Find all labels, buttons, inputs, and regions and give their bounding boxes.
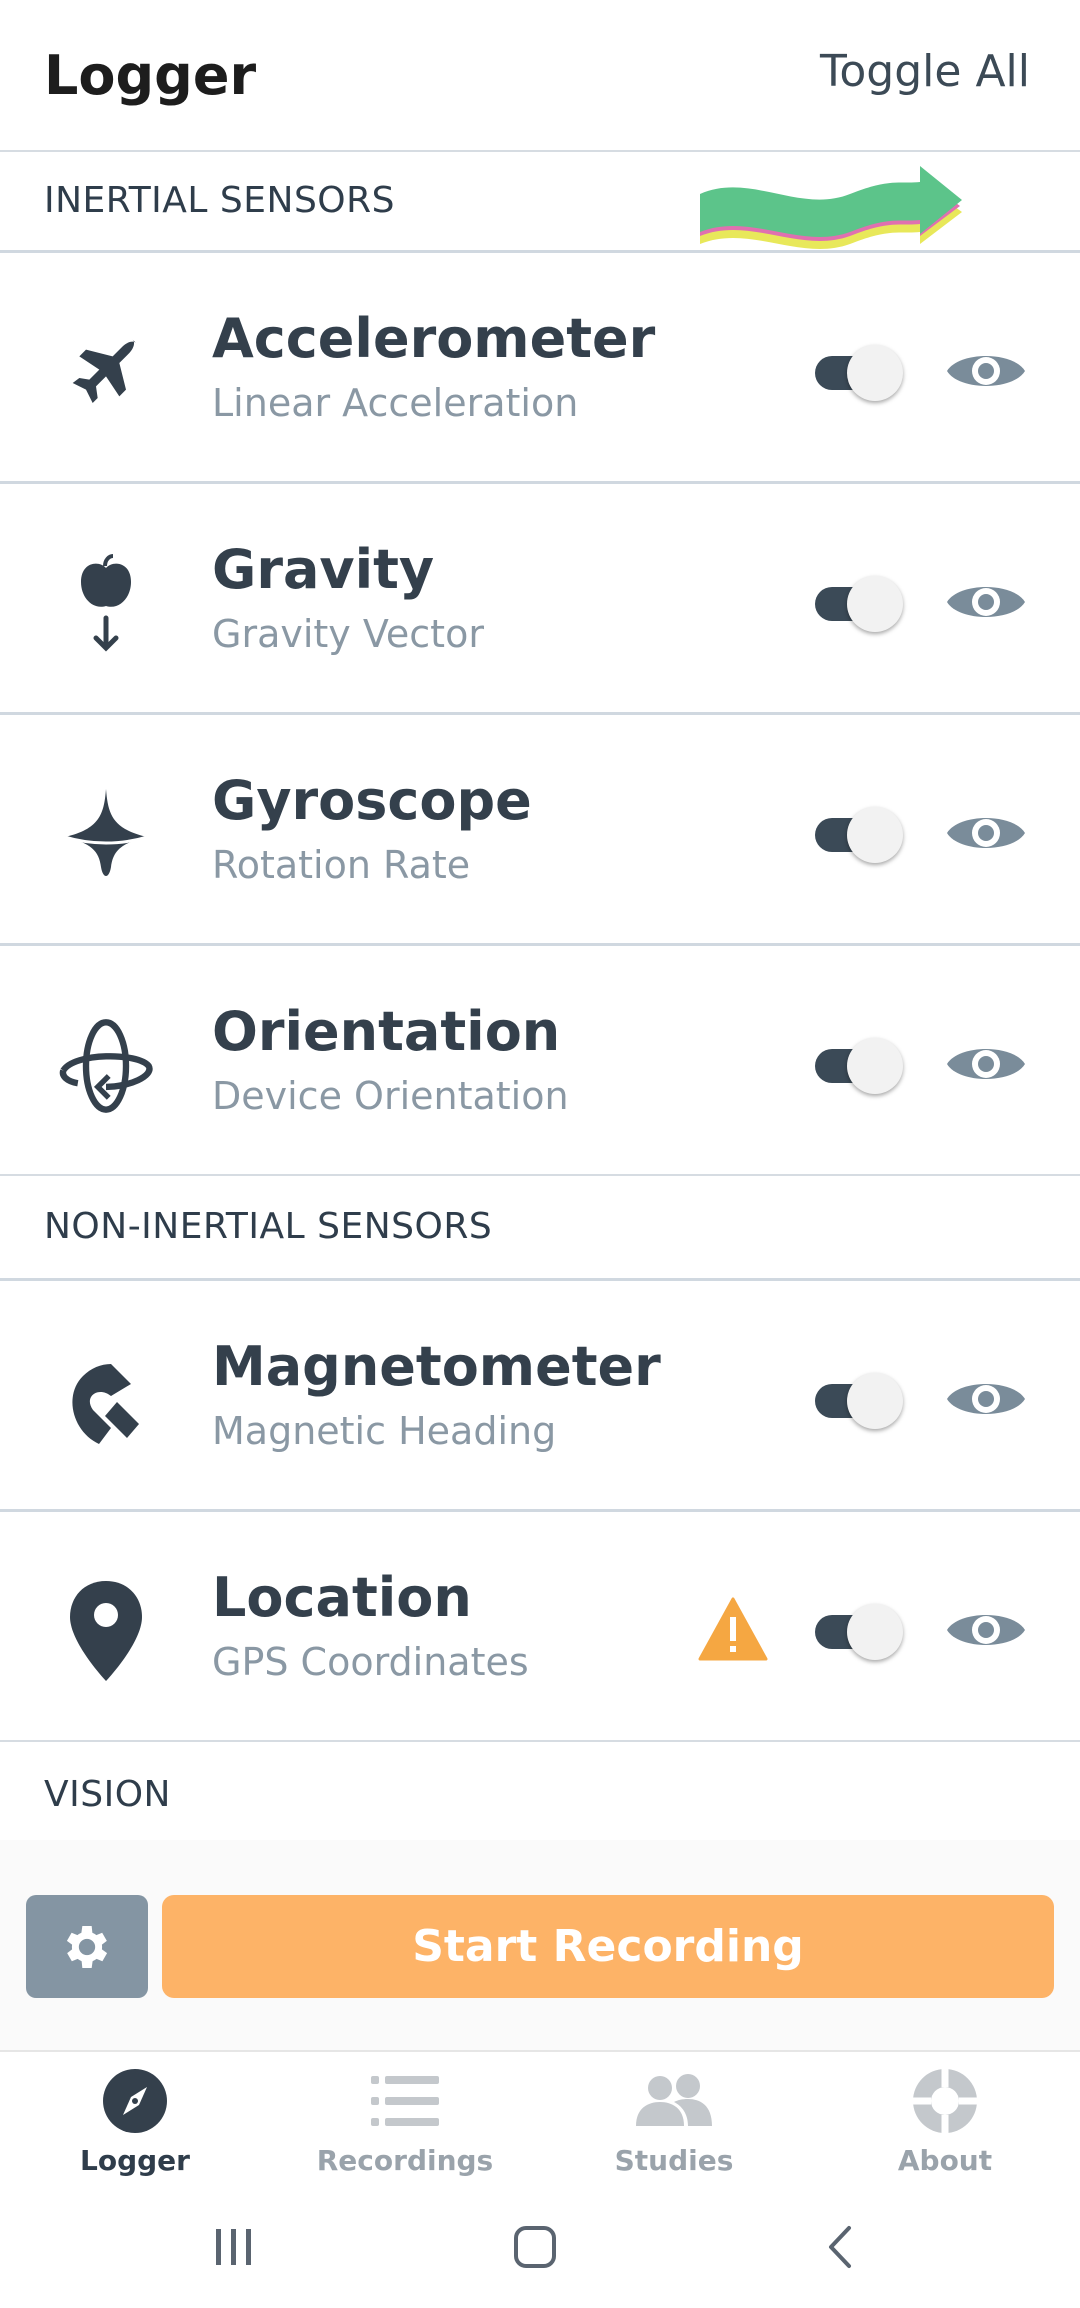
sensor-row-magnetometer[interactable]: Magnetometer Magnetic Heading: [0, 1278, 1080, 1509]
airplane-icon: [56, 323, 156, 423]
sensor-subtitle: Rotation Rate: [212, 843, 471, 887]
section-header-non-inertial: NON-INERTIAL SENSORS: [0, 1174, 1080, 1280]
lifebuoy-icon: [905, 2066, 985, 2136]
sensor-title: Gyroscope: [212, 769, 532, 832]
map-pin-icon: [56, 1581, 156, 1682]
sensor-subtitle: Linear Acceleration: [212, 381, 579, 425]
sensor-subtitle: Gravity Vector: [212, 612, 484, 656]
eye-icon[interactable]: [945, 1036, 1027, 1092]
apple-falling-icon: [56, 554, 156, 654]
sensor-title: Gravity: [212, 538, 435, 601]
warning-icon[interactable]: [698, 1597, 768, 1661]
sensor-title: Location: [212, 1566, 472, 1629]
sensor-title: Orientation: [212, 1000, 561, 1063]
eye-icon[interactable]: [945, 805, 1027, 861]
spinning-top-icon: [56, 785, 156, 885]
sensor-row-gyroscope[interactable]: Gyroscope Rotation Rate: [0, 712, 1080, 943]
enable-toggle[interactable]: [815, 1371, 905, 1431]
enable-toggle[interactable]: [815, 805, 905, 865]
enable-toggle[interactable]: [815, 1036, 905, 1096]
enable-toggle[interactable]: [815, 343, 905, 403]
section-label: NON-INERTIAL SENSORS: [44, 1206, 493, 1247]
nav-item-recordings[interactable]: Recordings: [305, 2066, 505, 2186]
sensor-title: Magnetometer: [212, 1335, 661, 1398]
nav-label: Studies: [614, 2144, 734, 2177]
toggle-all-button[interactable]: Toggle All: [820, 46, 1030, 97]
eye-icon[interactable]: [945, 1602, 1027, 1658]
bottom-nav: Logger Recordings Studies About: [0, 2054, 1080, 2184]
sensor-row-orientation[interactable]: Orientation Device Orientation: [0, 943, 1080, 1174]
eye-icon[interactable]: [945, 343, 1027, 399]
section-header-vision: VISION: [0, 1740, 1080, 1840]
back-icon: [829, 2226, 851, 2268]
eye-icon[interactable]: [945, 574, 1027, 630]
sensor-row-accelerometer[interactable]: Accelerometer Linear Acceleration: [0, 250, 1080, 481]
sensor-subtitle: Device Orientation: [212, 1074, 569, 1118]
section-label: VISION: [44, 1774, 171, 1815]
sensor-title: Accelerometer: [212, 307, 656, 370]
orbit-rotation-icon: [56, 1016, 156, 1116]
gear-icon: [66, 1925, 108, 1968]
enable-toggle[interactable]: [815, 1602, 905, 1662]
page-title: Logger: [44, 44, 257, 107]
system-nav-bar: [0, 2184, 1080, 2308]
sensor-row-gravity[interactable]: Gravity Gravity Vector: [0, 481, 1080, 712]
eye-icon[interactable]: [945, 1371, 1027, 1427]
sensor-row-location[interactable]: Location GPS Coordinates: [0, 1509, 1080, 1740]
settings-button[interactable]: [26, 1895, 148, 1998]
app-header: Logger Toggle All: [0, 0, 1080, 150]
scroll-hint-arrow-icon: [700, 166, 962, 249]
enable-toggle[interactable]: [815, 574, 905, 634]
sensor-subtitle: GPS Coordinates: [212, 1640, 529, 1684]
nav-label: Recordings: [316, 2144, 494, 2177]
sensor-subtitle: Magnetic Heading: [212, 1409, 557, 1453]
nav-item-about[interactable]: About: [845, 2066, 1045, 2186]
home-icon: [514, 2226, 556, 2268]
section-label: INERTIAL SENSORS: [44, 180, 396, 221]
section-header-inertial: INERTIAL SENSORS: [0, 150, 1080, 250]
start-recording-button[interactable]: Start Recording: [162, 1895, 1054, 1998]
nav-label: Logger: [80, 2144, 190, 2177]
magnet-icon: [56, 1351, 156, 1451]
home-button[interactable]: [495, 2212, 575, 2282]
recent-apps-icon: [216, 2229, 251, 2265]
back-button[interactable]: [800, 2212, 880, 2282]
nav-item-logger[interactable]: Logger: [35, 2066, 235, 2186]
nav-item-studies[interactable]: Studies: [574, 2066, 774, 2186]
users-icon: [634, 2066, 714, 2136]
list-icon: [365, 2066, 445, 2136]
compass-icon: [95, 2066, 175, 2136]
recent-apps-button[interactable]: [194, 2212, 274, 2282]
nav-label: About: [897, 2144, 993, 2177]
